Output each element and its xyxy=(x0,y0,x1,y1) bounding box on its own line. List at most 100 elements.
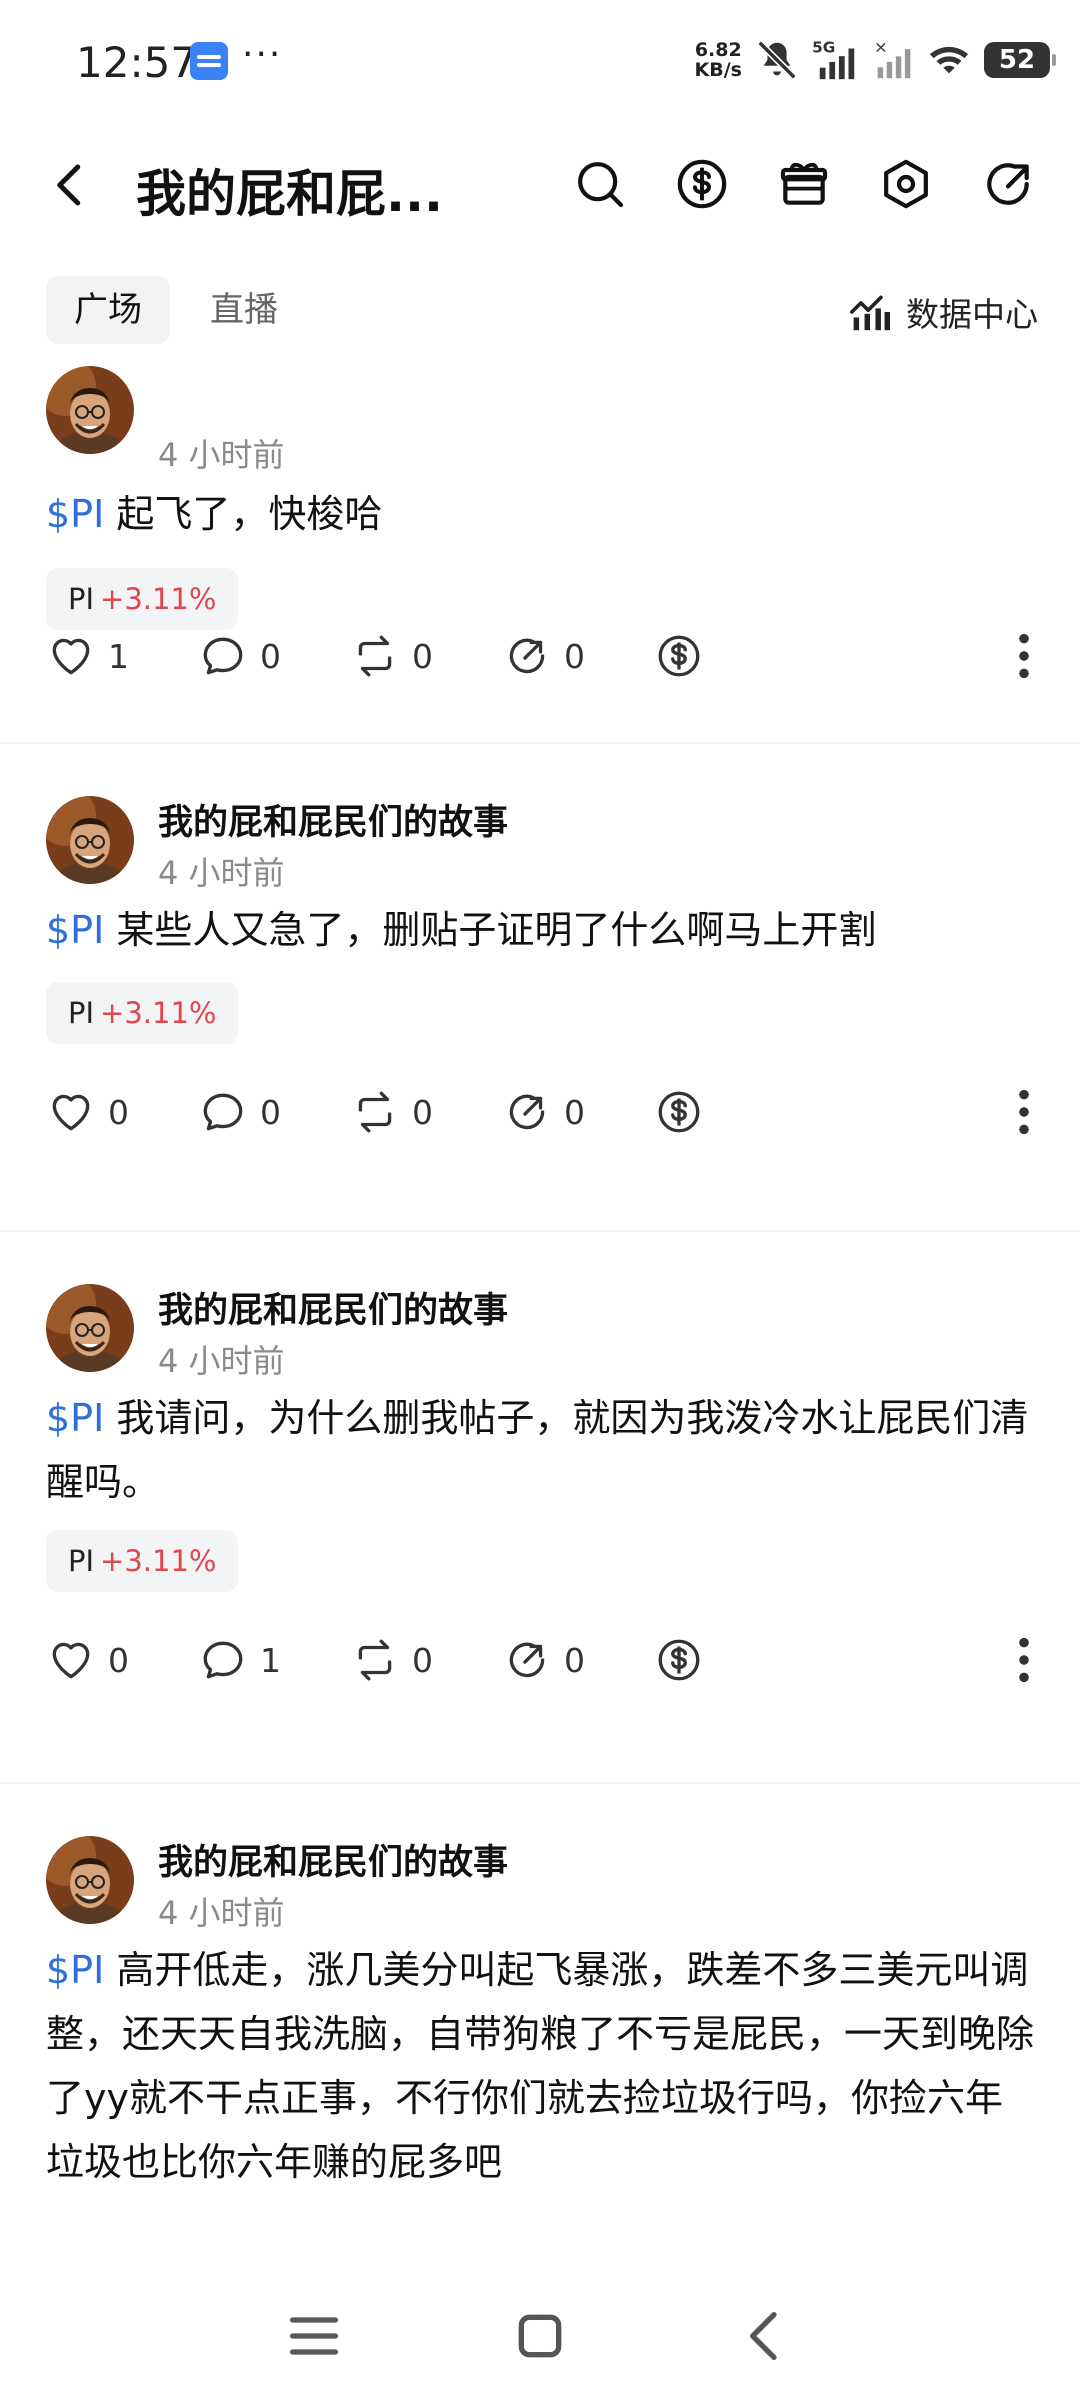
comment-button[interactable]: 0 xyxy=(198,1082,281,1142)
tab-square[interactable]: 广场 xyxy=(46,276,170,344)
dollar-tip-icon xyxy=(658,635,700,677)
post-content[interactable]: $PI 某些人又急了，删贴子证明了什么啊马上开割 xyxy=(46,898,1036,962)
post-time: 4 小时前 xyxy=(158,1342,285,1380)
stock-change: +3.11% xyxy=(100,582,217,616)
stock-symbol: PI xyxy=(68,996,95,1030)
gift-icon[interactable] xyxy=(776,156,832,212)
repost-button[interactable]: 0 xyxy=(350,1082,433,1142)
like-button[interactable]: 0 xyxy=(46,1630,129,1690)
dollar-tip-icon xyxy=(658,1639,700,1681)
mute-bell-icon xyxy=(757,40,797,80)
more-notifications-icon: ··· xyxy=(242,34,283,75)
share-post-button[interactable]: 0 xyxy=(502,1082,585,1142)
author-name[interactable]: 我的屁和屁民们的故事 xyxy=(158,794,508,845)
repost-button[interactable]: 0 xyxy=(350,626,433,686)
post-card[interactable]: 我的屁和屁民们的故事 4 小时前 $PI 高开低走，涨几美分叫起飞暴涨，跌差不多… xyxy=(0,1784,1080,2267)
svg-text:×: × xyxy=(874,38,888,57)
tip-button[interactable] xyxy=(654,1630,704,1690)
post-text: 起飞了，快梭哈 xyxy=(116,492,383,536)
author-avatar[interactable] xyxy=(46,796,134,884)
ticker-link[interactable]: $PI xyxy=(46,908,104,952)
post-actions: 0 1 0 0 xyxy=(0,1630,1080,1690)
back-icon[interactable] xyxy=(734,2304,798,2368)
comment-icon xyxy=(203,1093,243,1131)
share-icon[interactable] xyxy=(980,156,1036,212)
comment-button[interactable]: 1 xyxy=(198,1630,281,1690)
data-center-button[interactable]: 数据中心 xyxy=(848,288,1038,336)
like-count: 1 xyxy=(108,636,129,676)
back-arrow-icon[interactable] xyxy=(44,158,98,212)
heart-icon xyxy=(52,638,90,675)
dollar-reward-icon[interactable] xyxy=(674,156,730,212)
stock-change: +3.11% xyxy=(100,1544,217,1578)
ticker-link[interactable]: $PI xyxy=(46,492,104,536)
stock-symbol: PI xyxy=(68,1544,95,1578)
stock-tag[interactable]: PI +3.11% xyxy=(46,1530,239,1592)
comment-count: 0 xyxy=(260,1092,281,1132)
post-card[interactable]: 我的屁和屁民们的故事 4 小时前 $PI 某些人又急了，删贴子证明了什么啊马上开… xyxy=(0,744,1080,1232)
repost-count: 0 xyxy=(412,636,433,676)
post-content[interactable]: $PI 起飞了，快梭哈 xyxy=(46,482,1036,546)
top-app-bar: 我的屁和屁... xyxy=(0,130,1080,240)
tip-button[interactable] xyxy=(654,626,704,686)
repost-count: 0 xyxy=(412,1640,433,1680)
more-options-icon[interactable] xyxy=(1004,1086,1044,1138)
status-time: 12:57 xyxy=(76,38,198,87)
home-square-icon[interactable] xyxy=(508,2304,572,2368)
feed-tabs: 广场 直播 数据中心 xyxy=(0,276,1080,348)
repost-icon xyxy=(358,1639,392,1681)
like-button[interactable]: 0 xyxy=(46,1082,129,1142)
page-title: 我的屁和屁... xyxy=(136,165,443,223)
stock-tag[interactable]: PI +3.11% xyxy=(46,982,239,1044)
status-bar: 12:57 ··· 6.82 KB/s 5G × 52 xyxy=(0,0,1080,120)
ticker-link[interactable]: $PI xyxy=(46,1948,104,1992)
author-avatar[interactable] xyxy=(46,1284,134,1372)
post-text: 我请问，为什么删我帖子，就因为我泼冷水让屁民们清醒吗。 xyxy=(46,1396,1029,1504)
signal-2-icon: × xyxy=(874,38,911,79)
post-time: 4 小时前 xyxy=(158,1894,285,1932)
settings-hexagon-icon[interactable] xyxy=(878,156,934,212)
share-post-button[interactable]: 0 xyxy=(502,626,585,686)
system-nav-bar xyxy=(0,2268,1080,2400)
post-time: 4 小时前 xyxy=(158,436,285,474)
more-options-icon[interactable] xyxy=(1004,1634,1044,1686)
post-content[interactable]: $PI 我请问，为什么删我帖子，就因为我泼冷水让屁民们清醒吗。 xyxy=(46,1386,1036,1514)
post-content[interactable]: $PI 高开低走，涨几美分叫起飞暴涨，跌差不多三美元叫调整，还天天自我洗脑，自带… xyxy=(46,1938,1036,2194)
like-button[interactable]: 1 xyxy=(46,626,129,686)
repost-icon xyxy=(358,1091,392,1133)
like-count: 0 xyxy=(108,1640,129,1680)
comment-icon xyxy=(203,637,243,675)
author-avatar[interactable] xyxy=(46,366,134,454)
share-arrow-icon xyxy=(509,1094,545,1130)
author-name[interactable]: 我的屁和屁民们的故事 xyxy=(158,1834,508,1885)
app-notification-icon xyxy=(190,42,228,80)
stock-symbol: PI xyxy=(68,582,95,616)
status-right-group: 6.82 KB/s 5G × 52 xyxy=(695,30,1056,90)
tab-live[interactable]: 直播 xyxy=(182,276,306,344)
repost-button[interactable]: 0 xyxy=(350,1630,433,1690)
data-center-label: 数据中心 xyxy=(906,295,1038,334)
battery-indicator: 52 xyxy=(984,42,1056,78)
dollar-tip-icon xyxy=(658,1091,700,1133)
search-icon[interactable] xyxy=(572,156,628,212)
stock-tag[interactable]: PI +3.11% xyxy=(46,568,239,630)
like-count: 0 xyxy=(108,1092,129,1132)
post-card[interactable]: 我的屁和屁民们的故事 4 小时前 $PI 我请问，为什么删我帖子，就因为我泼冷水… xyxy=(0,1232,1080,1782)
heart-icon xyxy=(52,1094,90,1131)
share-arrow-icon xyxy=(509,638,545,674)
tip-button[interactable] xyxy=(654,1082,704,1142)
ticker-link[interactable]: $PI xyxy=(46,1396,104,1440)
share-arrow-icon xyxy=(509,1642,545,1678)
author-name[interactable]: 我的屁和屁民们的故事 xyxy=(158,1282,508,1333)
menu-icon[interactable] xyxy=(282,2304,346,2368)
author-avatar[interactable] xyxy=(46,1836,134,1924)
signal-5g-icon: 5G xyxy=(812,38,855,80)
comment-button[interactable]: 0 xyxy=(198,626,281,686)
more-options-icon[interactable] xyxy=(1004,630,1044,682)
feed-list: 4 小时前 $PI 起飞了，快梭哈 PI +3.11% 1 0 0 0 我的屁和屁… xyxy=(0,352,1080,2267)
comment-count: 0 xyxy=(260,636,281,676)
share-post-button[interactable]: 0 xyxy=(502,1630,585,1690)
repost-count: 0 xyxy=(412,1092,433,1132)
share-count: 0 xyxy=(564,636,585,676)
post-actions: 0 0 0 0 xyxy=(0,1082,1080,1142)
